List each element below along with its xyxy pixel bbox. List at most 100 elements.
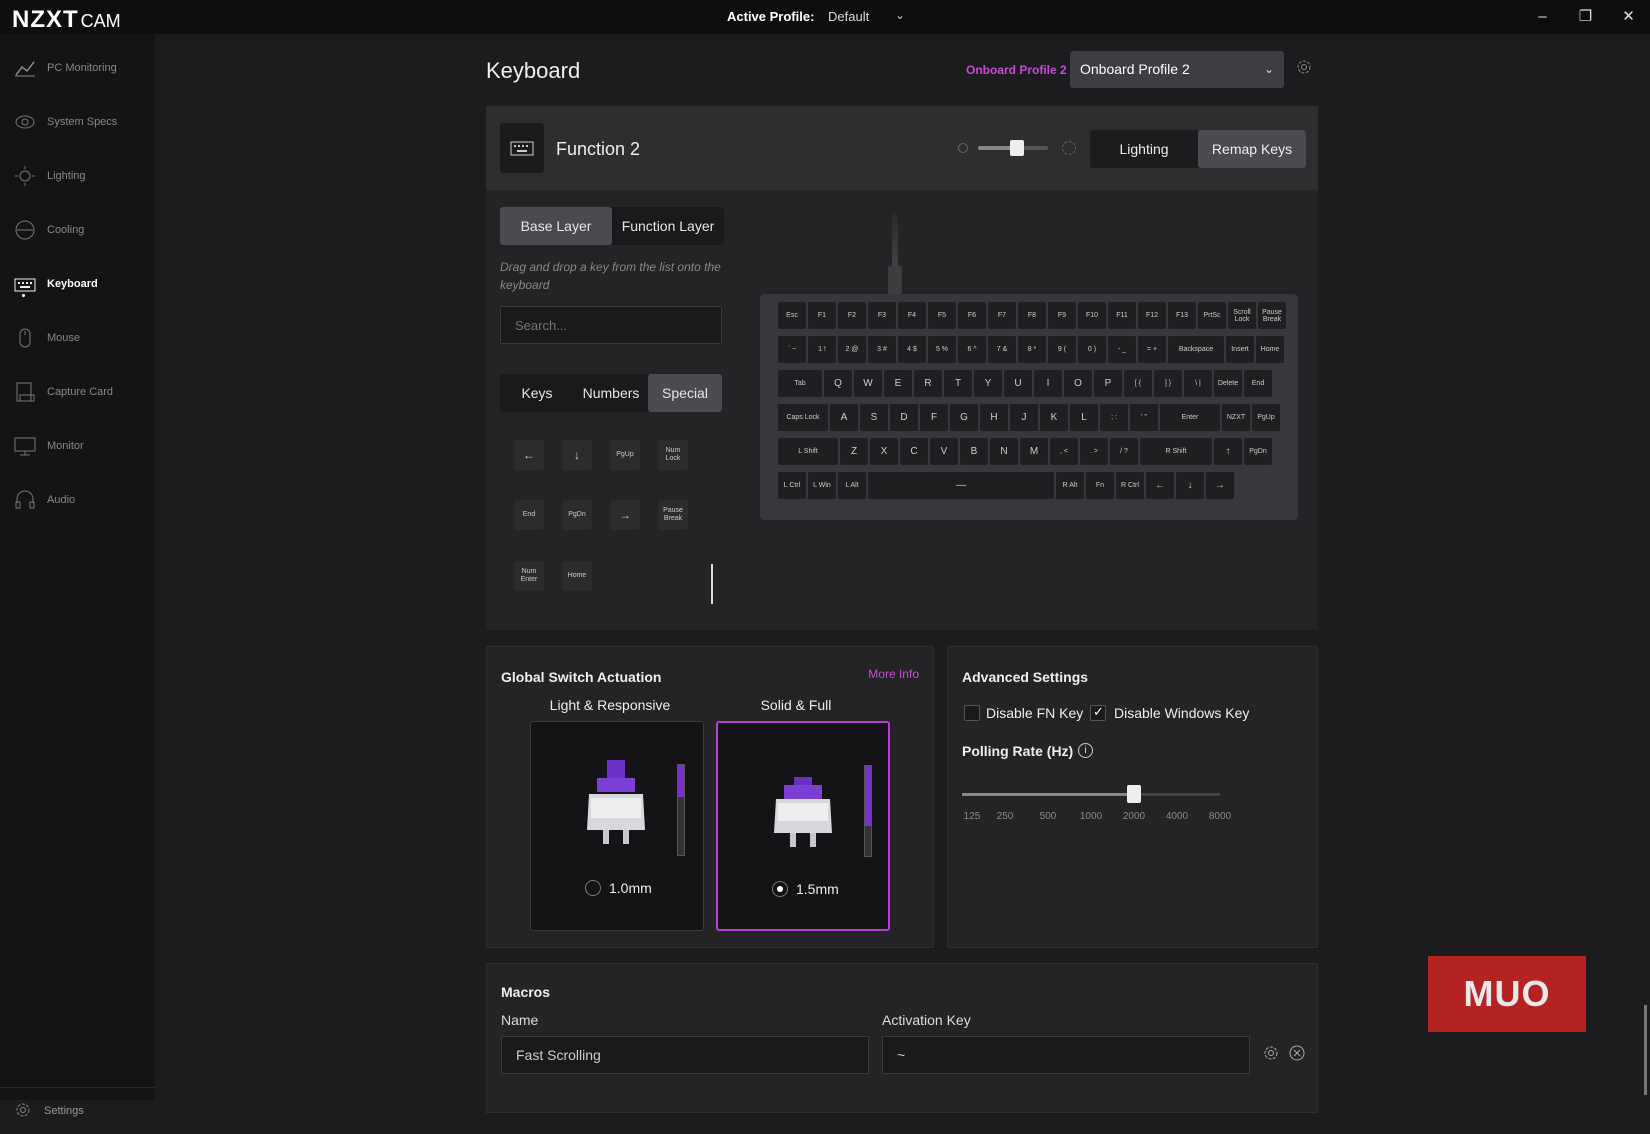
- key-caps-lock[interactable]: Caps Lock: [778, 404, 828, 431]
- page-scrollbar[interactable]: [1644, 1005, 1647, 1095]
- sidebar-item-capture-card[interactable]: Capture Card: [0, 372, 155, 412]
- key-sym[interactable]: —: [868, 472, 1054, 499]
- macro-settings-gear-icon[interactable]: [1262, 1044, 1282, 1064]
- profile-settings-gear-icon[interactable]: [1296, 59, 1312, 80]
- sidebar-item-system-specs[interactable]: System Specs: [0, 102, 155, 142]
- key-f5[interactable]: F5: [928, 302, 956, 329]
- key-esc[interactable]: Esc: [778, 302, 806, 329]
- key-sym[interactable]: ↑: [1214, 438, 1242, 465]
- key-0[interactable]: 0 ): [1078, 336, 1106, 363]
- key-h[interactable]: H: [980, 404, 1008, 431]
- key-u[interactable]: U: [1004, 370, 1032, 397]
- key-2[interactable]: 2 @: [838, 336, 866, 363]
- sidebar-item-lighting[interactable]: Lighting: [0, 156, 155, 196]
- key-f1[interactable]: F1: [808, 302, 836, 329]
- tab-keys[interactable]: Keys: [500, 374, 574, 412]
- restore-icon[interactable]: ❐: [1564, 0, 1607, 34]
- key-9[interactable]: 9 (: [1048, 336, 1076, 363]
- list-key[interactable]: Home: [562, 561, 592, 591]
- key-f6[interactable]: F6: [958, 302, 986, 329]
- key-pause-break[interactable]: Pause Break: [1258, 302, 1286, 329]
- sidebar-item-settings[interactable]: Settings: [0, 1087, 155, 1134]
- key-sym[interactable]: , <: [1050, 438, 1078, 465]
- brightness-slider[interactable]: [958, 140, 1082, 156]
- radio-1-0mm[interactable]: [585, 880, 601, 896]
- key-5[interactable]: 5 %: [928, 336, 956, 363]
- key-i[interactable]: I: [1034, 370, 1062, 397]
- key-sym[interactable]: →: [1206, 472, 1234, 499]
- tab-special[interactable]: Special: [648, 374, 722, 412]
- key-prtsc[interactable]: PrtSc: [1198, 302, 1226, 329]
- polling-rate-thumb[interactable]: [1127, 785, 1141, 803]
- disable-fn-checkbox[interactable]: [964, 705, 980, 721]
- close-icon[interactable]: ✕: [1607, 0, 1650, 34]
- actuation-option-light[interactable]: 1.0mm: [530, 721, 704, 931]
- key-l-win[interactable]: L Win: [808, 472, 836, 499]
- key-w[interactable]: W: [854, 370, 882, 397]
- more-info-link[interactable]: More Info: [868, 667, 919, 681]
- list-key[interactable]: PgUp: [610, 440, 640, 470]
- key-a[interactable]: A: [830, 404, 858, 431]
- sidebar-item-keyboard[interactable]: Keyboard: [0, 264, 155, 304]
- key-sym[interactable]: ←: [1146, 472, 1174, 499]
- key-f2[interactable]: F2: [838, 302, 866, 329]
- key-f[interactable]: F: [920, 404, 948, 431]
- key-tab[interactable]: Tab: [778, 370, 822, 397]
- key-enter[interactable]: Enter: [1160, 404, 1220, 431]
- remove-macro-icon[interactable]: [1288, 1044, 1308, 1064]
- key-t[interactable]: T: [944, 370, 972, 397]
- key-f10[interactable]: F10: [1078, 302, 1106, 329]
- list-key[interactable]: ←: [514, 440, 544, 470]
- key-b[interactable]: B: [960, 438, 988, 465]
- tab-remap-keys[interactable]: Remap Keys: [1198, 130, 1306, 168]
- list-key[interactable]: PgDn: [562, 500, 592, 530]
- key-f3[interactable]: F3: [868, 302, 896, 329]
- key-c[interactable]: C: [900, 438, 928, 465]
- key-7[interactable]: 7 &: [988, 336, 1016, 363]
- key-j[interactable]: J: [1010, 404, 1038, 431]
- key-3[interactable]: 3 #: [868, 336, 896, 363]
- key-sym[interactable]: ] }: [1154, 370, 1182, 397]
- key-sym[interactable]: ' ": [1130, 404, 1158, 431]
- key-nzxt[interactable]: NZXT: [1222, 404, 1250, 431]
- radio-1-5mm[interactable]: [772, 881, 788, 897]
- tab-function-layer[interactable]: Function Layer: [612, 207, 724, 245]
- key-list-scrollbar[interactable]: [711, 564, 713, 604]
- key-home[interactable]: Home: [1256, 336, 1284, 363]
- sidebar-item-monitor[interactable]: Monitor: [0, 426, 155, 466]
- key-scroll-lock[interactable]: Scroll Lock: [1228, 302, 1256, 329]
- key-r-ctrl[interactable]: R Ctrl: [1116, 472, 1144, 499]
- key-sym[interactable]: / ?: [1110, 438, 1138, 465]
- key-l-shift[interactable]: L Shift: [778, 438, 838, 465]
- sidebar-item-pc-monitoring[interactable]: PC Monitoring: [0, 48, 155, 88]
- key-backspace[interactable]: Backspace: [1168, 336, 1224, 363]
- key-n[interactable]: N: [990, 438, 1018, 465]
- active-profile-dropdown[interactable]: Active Profile: Default ⌄: [727, 8, 905, 24]
- key-1[interactable]: 1 !: [808, 336, 836, 363]
- key-f13[interactable]: F13: [1168, 302, 1196, 329]
- list-key[interactable]: Pause Break: [658, 500, 688, 530]
- key-end[interactable]: End: [1244, 370, 1272, 397]
- key-f4[interactable]: F4: [898, 302, 926, 329]
- key-l-ctrl[interactable]: L Ctrl: [778, 472, 806, 499]
- key-k[interactable]: K: [1040, 404, 1068, 431]
- key-4[interactable]: 4 $: [898, 336, 926, 363]
- list-key[interactable]: Num Lock: [658, 440, 688, 470]
- key-v[interactable]: V: [930, 438, 958, 465]
- macro-name-field[interactable]: Fast Scrolling: [501, 1036, 869, 1074]
- key-r-alt[interactable]: R Alt: [1056, 472, 1084, 499]
- key-sym[interactable]: . >: [1080, 438, 1108, 465]
- key-o[interactable]: O: [1064, 370, 1092, 397]
- info-icon[interactable]: i: [1078, 743, 1093, 758]
- key-sym[interactable]: ↓: [1176, 472, 1204, 499]
- key-p[interactable]: P: [1094, 370, 1122, 397]
- key-sym[interactable]: [ {: [1124, 370, 1152, 397]
- tab-numbers[interactable]: Numbers: [574, 374, 648, 412]
- key-search-input[interactable]: [500, 306, 722, 344]
- key-f9[interactable]: F9: [1048, 302, 1076, 329]
- sidebar-item-audio[interactable]: Audio: [0, 480, 155, 520]
- disable-windows-checkbox[interactable]: [1090, 704, 1106, 721]
- key-g[interactable]: G: [950, 404, 978, 431]
- key-r[interactable]: R: [914, 370, 942, 397]
- key-sym[interactable]: \ |: [1184, 370, 1212, 397]
